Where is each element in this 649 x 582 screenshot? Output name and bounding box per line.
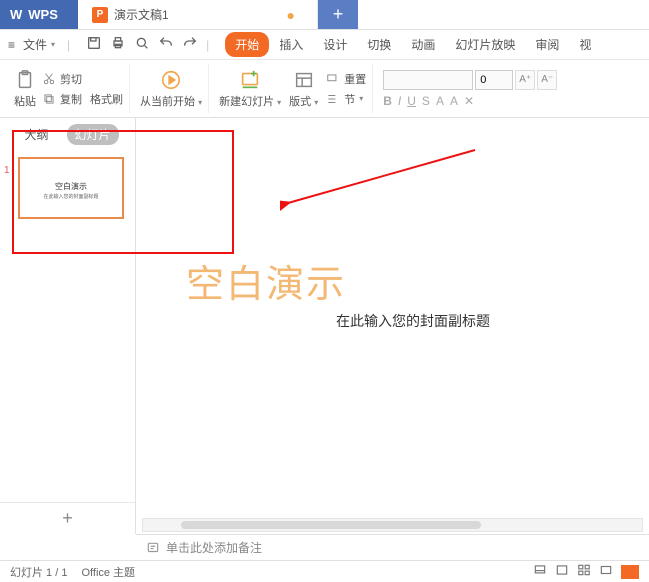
tab-animation[interactable]: 动画 — [401, 32, 445, 57]
print-preview-icon[interactable] — [134, 35, 150, 54]
decrease-font-button[interactable]: A⁻ — [537, 70, 557, 90]
wps-app-tab[interactable]: W WPS — [0, 0, 78, 29]
undo-icon[interactable] — [158, 35, 174, 54]
italic-button[interactable]: I — [398, 94, 401, 108]
thumb-title: 空白演示 — [20, 181, 122, 192]
print-icon[interactable] — [110, 35, 126, 54]
wps-label: WPS — [28, 7, 58, 22]
document-name: 演示文稿1 — [114, 6, 169, 23]
slides-group: 新建幻灯片 ▾ 版式 ▾ 重置 节 ▾ — [213, 64, 373, 113]
tab-insert[interactable]: 插入 — [269, 32, 313, 57]
slideshow-group: 从当前开始 ▾ — [134, 64, 209, 113]
copy-button[interactable]: 复制格式刷 — [42, 91, 123, 107]
slide-thumbnail[interactable]: 空白演示 在此输入您的封面副标题 — [18, 157, 124, 219]
document-tab[interactable]: P 演示文稿1 ● — [78, 0, 318, 29]
title-bar: W WPS P 演示文稿1 ● + — [0, 0, 649, 30]
notes-icon — [146, 541, 160, 555]
slide-title[interactable]: 空白演示 — [186, 253, 346, 308]
slide-number: 1 — [4, 165, 10, 176]
notes-placeholder: 单击此处添加备注 — [166, 539, 262, 556]
scroll-thumb[interactable] — [181, 521, 481, 529]
wps-logo-icon: W — [10, 7, 22, 22]
notes-toggle-icon[interactable] — [533, 563, 547, 580]
font-name-input[interactable] — [383, 70, 473, 90]
new-tab-button[interactable]: + — [318, 0, 358, 29]
outline-tab[interactable]: 大纲 — [16, 124, 56, 145]
bold-button[interactable]: B — [383, 94, 392, 108]
slide[interactable]: 空白演示 在此输入您的封面副标题 — [146, 118, 649, 514]
slide-canvas[interactable]: 空白演示 在此输入您的封面副标题 — [136, 118, 649, 534]
cut-label: 剪切 — [60, 71, 82, 87]
section-label: 节 — [344, 91, 355, 107]
presentation-icon: P — [92, 7, 108, 23]
font-color-button[interactable]: A — [436, 94, 444, 108]
clipboard-group: 粘贴 剪切 复制格式刷 — [8, 64, 130, 113]
redo-icon[interactable] — [182, 35, 198, 54]
theme-name: Office 主题 — [81, 564, 135, 580]
font-size-input[interactable] — [475, 70, 513, 90]
layout-button[interactable]: 版式 ▾ — [289, 69, 318, 109]
new-slide-label: 新建幻灯片 ▾ — [219, 93, 281, 109]
tab-slideshow[interactable]: 幻灯片放映 — [445, 32, 525, 57]
horizontal-scrollbar[interactable] — [142, 518, 643, 532]
tab-review[interactable]: 审阅 — [525, 32, 569, 57]
add-slide-button[interactable]: + — [0, 502, 135, 534]
cut-button[interactable]: 剪切 — [42, 71, 123, 87]
ribbon-tabs: 开始 插入 设计 切换 动画 幻灯片放映 审阅 视 — [225, 32, 601, 57]
highlight-button[interactable]: A — [450, 94, 458, 108]
from-current-label: 从当前开始 ▾ — [140, 93, 202, 109]
new-slide-button[interactable]: 新建幻灯片 ▾ — [219, 69, 281, 109]
thumb-subtitle: 在此输入您的封面副标题 — [20, 193, 122, 200]
reset-label: 重置 — [344, 71, 366, 87]
tab-view[interactable]: 视 — [569, 32, 601, 57]
tab-design[interactable]: 设计 — [313, 32, 357, 57]
panel-tabs: 大纲 幻灯片 — [0, 118, 135, 153]
slideshow-button[interactable] — [621, 565, 639, 579]
paste-label: 粘贴 — [14, 93, 36, 109]
copy-label: 复制 — [60, 91, 82, 107]
layout-label: 版式 ▾ — [289, 93, 318, 109]
underline-button[interactable]: U — [407, 94, 416, 108]
save-icon[interactable] — [86, 35, 102, 54]
normal-view-icon[interactable] — [555, 563, 569, 580]
menu-bar: ≡ 文件 ▾ | | 开始 插入 设计 切换 动画 幻灯片放映 审阅 视 — [0, 30, 649, 60]
reading-view-icon[interactable] — [599, 563, 613, 580]
sorter-view-icon[interactable] — [577, 563, 591, 580]
file-label: 文件 — [23, 36, 47, 53]
tab-start[interactable]: 开始 — [225, 32, 269, 57]
from-current-button[interactable]: 从当前开始 ▾ — [140, 69, 202, 109]
thumbnails-area[interactable]: 1 空白演示 在此输入您的封面副标题 — [0, 153, 135, 502]
slide-subtitle[interactable]: 在此输入您的封面副标题 — [336, 311, 490, 331]
font-group: A⁺ A⁻ B I U S A A ✕ — [377, 64, 563, 113]
tab-transition[interactable]: 切换 — [357, 32, 401, 57]
hamburger-icon[interactable]: ≡ — [8, 38, 15, 52]
increase-font-button[interactable]: A⁺ — [515, 70, 535, 90]
status-bar: 幻灯片 1 / 1 Office 主题 — [0, 560, 649, 582]
slides-tab[interactable]: 幻灯片 — [67, 124, 119, 145]
workspace: 大纲 幻灯片 1 空白演示 在此输入您的封面副标题 + 空白演示 在此输入您的封… — [0, 118, 649, 534]
slide-counter: 幻灯片 1 / 1 — [10, 564, 67, 580]
section-button[interactable]: 节 ▾ — [326, 91, 366, 107]
reset-button[interactable]: 重置 — [326, 71, 366, 87]
chevron-down-icon: ▾ — [51, 40, 55, 49]
clear-format-button[interactable]: ✕ — [464, 94, 474, 108]
slide-panel: 大纲 幻灯片 1 空白演示 在此输入您的封面副标题 + — [0, 118, 136, 534]
quick-access-toolbar — [86, 35, 198, 54]
ribbon-toolbar: 粘贴 剪切 复制格式刷 从当前开始 ▾ 新建幻灯片 ▾ 版式 ▾ 重置 — [0, 60, 649, 118]
strikethrough-button[interactable]: S — [422, 94, 430, 108]
file-menu[interactable]: 文件 ▾ — [19, 36, 59, 53]
unsaved-dot-icon: ● — [287, 7, 295, 23]
format-painter-button[interactable]: 格式刷 — [90, 91, 123, 107]
paste-button[interactable]: 粘贴 — [14, 69, 36, 109]
notes-pane[interactable]: 单击此处添加备注 — [136, 534, 649, 560]
